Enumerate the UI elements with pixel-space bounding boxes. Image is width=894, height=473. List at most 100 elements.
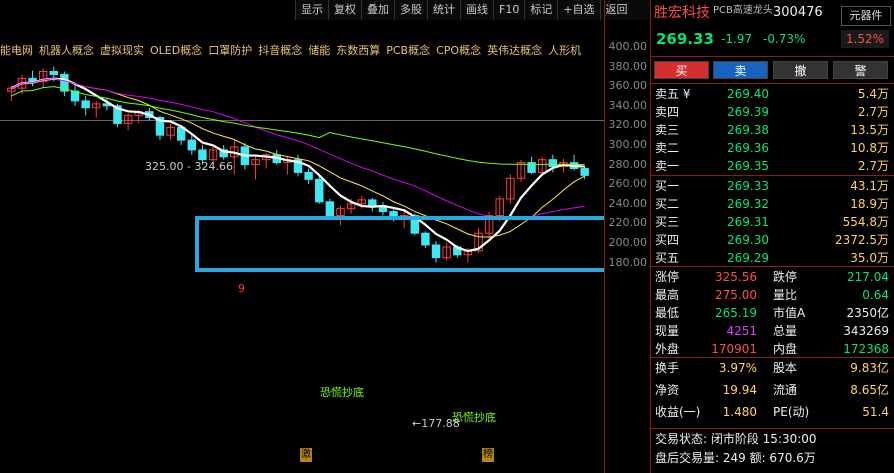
toolbar-button[interactable]: F10 [493,0,524,20]
concept-tags: 能电网 机器人概念 虚拟现实 OLED概念 口罩防护 抖音概念 储能 东数西算 PCB概念 CPO… [0,42,604,60]
price-axis-label: 400.00 [608,40,648,53]
candle-body [421,232,430,246]
concept-tag[interactable]: 机器人概念 [39,44,94,57]
alert-button[interactable]: 警 [833,61,888,79]
stat-row: 外盘 170901 内盘 172368 [651,340,894,358]
stat-row: 最高 275.00 量比 0.64 [651,286,894,304]
concept-tag[interactable]: 虚拟现实 [100,44,144,57]
ma60-line [11,86,585,166]
cancel-order-button[interactable]: 撤 [773,61,828,79]
bids-row[interactable]: 买三 269.31 554.8万 [651,213,894,231]
chart-toolbar: 显示 复权 叠加 多股 统计 画线 F10 标记 +自选 返回 [295,0,650,20]
low-price-label: ←177.88 [412,417,460,430]
bids-price: 269.29 [727,251,769,265]
kline-chart-panel[interactable]: 325.00 - 324.66 9 恐慌抄底 恐慌抄底 ←177.88 显示 复权 叠加 多股… [0,0,650,473]
price-axis-label: 380.00 [608,59,648,73]
concept-tag[interactable]: OLED概念 [150,44,202,57]
bids-price: 269.33 [727,179,769,193]
marker-ji[interactable]: 激 [300,448,312,462]
toolbar-button[interactable]: 标记 [524,0,557,20]
candle-body [431,244,441,259]
concept-tag[interactable]: 人形机 [548,44,581,57]
stat-row: 净资 19.94 流通 8.65亿 [651,381,894,399]
toolbar-button[interactable]: 多股 [394,0,427,20]
td-count-label: 9 [238,282,245,295]
asks-volume: 2.7万 [857,159,889,173]
concept-tag[interactable]: 抖音概念 [258,44,302,57]
toolbar-button[interactable]: 统计 [427,0,460,20]
asks-volume: 10.8万 [850,141,889,155]
bids-row[interactable]: 买二 269.32 18.9万 [651,195,894,213]
stat-value: 1.480 [722,405,757,419]
price-axis-label: 240.00 [608,196,648,210]
toolbar-button[interactable]: +自选 [557,0,599,20]
stat-value: 343269 [843,324,889,338]
asks-volume: 13.5万 [850,123,889,137]
kline-chart[interactable]: 325.00 - 324.669恐慌抄底恐慌抄底←177.88 [0,0,604,473]
stat-label: 最高 [655,288,680,302]
stat-value: 0.64 [862,288,889,302]
concept-tag[interactable]: PCB概念 [386,44,430,57]
bids-volume: 554.8万 [842,215,889,229]
asks-row[interactable]: 卖二 269.36 10.8万 [651,139,894,157]
marker-bang[interactable]: 榜 [482,448,494,462]
bids-row[interactable]: 买四 269.30 2372.5万 [651,231,894,249]
bids-volume: 2372.5万 [835,233,889,247]
bids-price: 269.30 [727,233,769,247]
price-change-pct: -0.73% [763,32,806,46]
concept-tag[interactable]: 储能 [308,44,330,57]
concept-tag[interactable]: CPO概念 [436,44,481,57]
after-hours-volume: 盘后交易量: 249 额: 670.6万 [655,451,816,465]
stat-label: 收益(一) [655,405,701,419]
stat-value: 172368 [843,342,889,356]
stat-label: 换手 [655,361,680,375]
stat-value: 51.4 [862,405,889,419]
stat-row: 最低 265.19 市值A 2350亿 [651,304,894,322]
stat-value: 4251 [726,324,757,338]
concept-tag[interactable]: 口罩防护 [208,44,252,57]
price-axis-label: 360.00 [608,79,648,93]
bids-label: 买二 [655,197,680,211]
sell-button[interactable]: 卖 [713,61,768,79]
asks-label: 卖五 ¥ [655,87,691,101]
candle-body [304,171,313,180]
price-axis-label: 320.00 [608,118,648,132]
asks-price: 269.35 [727,159,769,173]
bids-label: 买三 [655,215,680,229]
asks-row[interactable]: 卖三 269.38 13.5万 [651,121,894,139]
asks-row[interactable]: 卖四 269.39 2.7万 [651,103,894,121]
price-axis-label: 260.00 [608,177,648,191]
concept-tag[interactable]: 英伟达概念 [487,44,542,57]
asks-label: 卖四 [655,105,680,119]
candle-body [81,100,90,109]
buy-button[interactable]: 买 [654,61,709,79]
asks-price: 269.38 [727,123,769,137]
toolbar-button[interactable]: 复权 [328,0,361,20]
stat-label: 最低 [655,306,680,320]
toolbar-button[interactable]: 显示 [295,0,328,20]
bids-volume: 18.9万 [850,197,889,211]
trade-status: 交易状态: 闭市阶段 15:30:00 [655,432,817,446]
bids-volume: 35.0万 [850,251,889,265]
concept-tag[interactable]: 东数西算 [336,44,380,57]
candle-body [198,149,207,161]
price-axis-label: 200.00 [608,236,648,249]
toolbar-button[interactable]: 画线 [460,0,493,20]
stat-value: 325.56 [715,270,757,284]
bids-row[interactable]: 买一 269.33 43.1万 [651,177,894,195]
stock-subtitle: PCB高速龙头 [713,5,773,16]
stat-value: 170901 [711,342,757,356]
stat-label: 现量 [655,324,680,338]
asks-row[interactable]: 卖一 269.35 2.7万 [651,157,894,175]
price-axis-label: 300.00 [608,138,648,151]
bids-row[interactable]: 买五 269.29 35.0万 [651,249,894,267]
asks-row[interactable]: 卖五 ¥ 269.40 5.4万 [651,85,894,103]
asks-label: 卖三 [655,123,680,137]
price-axis-label: 280.00 [608,157,648,171]
toolbar-button[interactable]: 叠加 [361,0,394,20]
sector-tag[interactable]: 元器件 [841,6,891,26]
stat-value: 275.00 [715,288,757,302]
concept-tag[interactable]: 能电网 [0,44,33,57]
stock-code: 300476 [773,5,823,20]
stat-row: 涨停 325.56 跌停 217.04 [651,268,894,286]
